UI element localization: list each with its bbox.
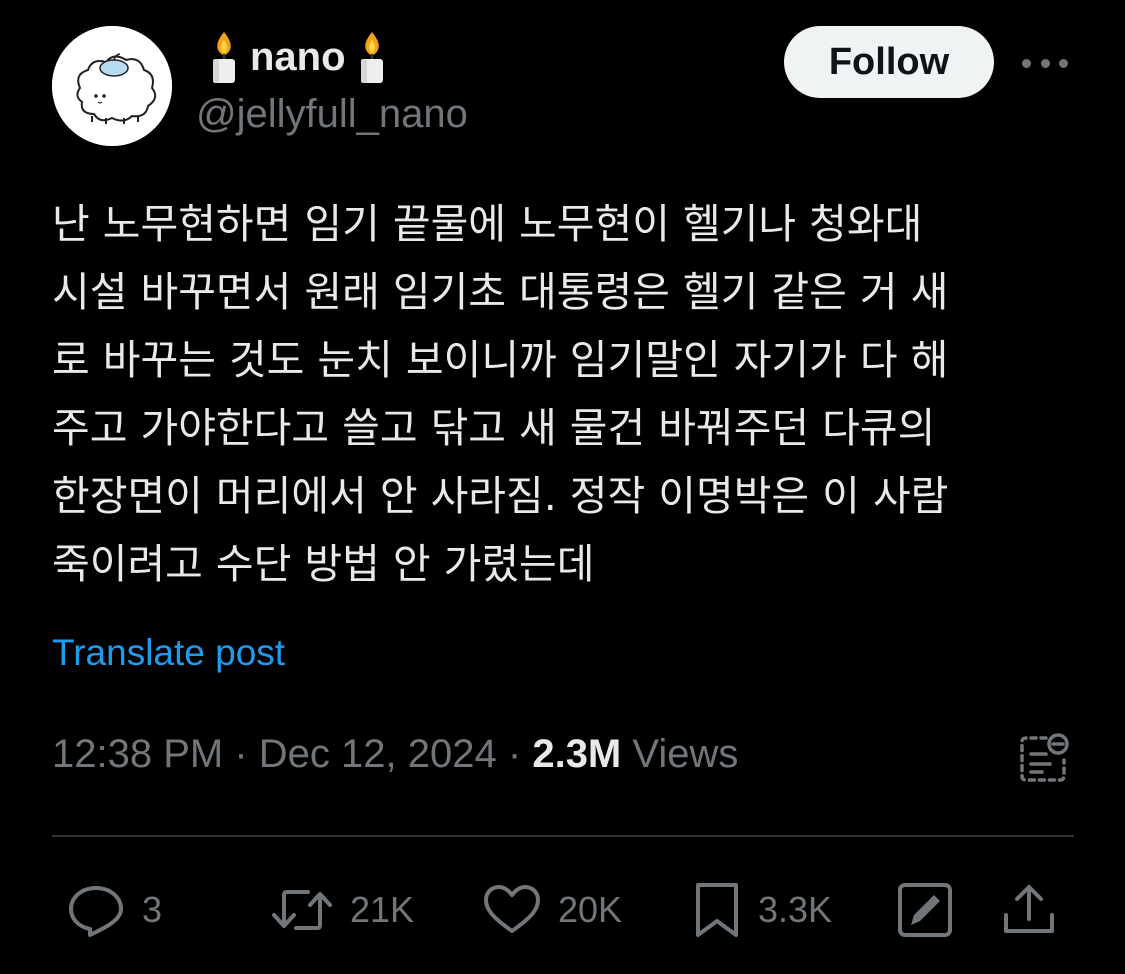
repost-icon (272, 890, 332, 930)
heart-icon (484, 885, 540, 933)
reply-icon (69, 886, 123, 937)
views-label: Views (632, 732, 739, 776)
divider (52, 835, 1074, 837)
reply-button[interactable]: 3 (66, 880, 162, 940)
post-analytics-icon[interactable] (1016, 730, 1072, 786)
post-date[interactable]: Dec 12, 2024 (259, 732, 497, 776)
like-button[interactable]: 20K (482, 880, 622, 940)
candle-icon (360, 32, 383, 83)
repost-button[interactable]: 21K (270, 880, 414, 940)
post-line: 시설 바꾸면서 원래 임기초 대통령은 헬기 같은 거 새 (52, 268, 949, 316)
bookmark-button[interactable]: 3.3K (692, 880, 832, 940)
views-count: 2.3M (532, 732, 622, 776)
candle-icon (213, 32, 235, 83)
post-meta: 12:38 PM · Dec 12, 2024 · 2.3M Views (52, 732, 738, 777)
reply-count: 3 (142, 889, 163, 930)
like-count: 20K (558, 889, 623, 930)
bookmark-count: 3.3K (758, 889, 833, 930)
share-icon (1004, 885, 1054, 933)
avatar[interactable] (52, 26, 172, 146)
author-name-row[interactable]: nano (206, 30, 390, 84)
repost-count: 21K (350, 889, 415, 930)
sheep-avatar-icon (52, 26, 172, 146)
bookmark-icon (696, 883, 738, 937)
post-line: 한장면이 머리에서 안 사라짐. 정작 이명박은 이 사람 (52, 472, 949, 520)
post-line: 난 노무현하면 임기 끝물에 노무현이 헬기나 청와대 (52, 200, 923, 248)
display-name[interactable]: nano (250, 35, 346, 80)
meta-separator: · (234, 732, 248, 776)
share-button[interactable] (1000, 880, 1058, 940)
more-options-icon[interactable] (1022, 52, 1068, 74)
edit-button[interactable] (896, 880, 954, 940)
post-line: 주고 가야한다고 쓸고 닦고 새 물건 바꿔주던 다큐의 (52, 404, 936, 452)
post-time[interactable]: 12:38 PM (52, 732, 223, 776)
edit-icon (898, 883, 952, 937)
post-line: 로 바꾸는 것도 눈치 보이니까 임기말인 자기가 다 해 (52, 336, 949, 384)
meta-separator: · (507, 732, 522, 776)
author-handle[interactable]: @jellyfull_nano (196, 92, 468, 137)
follow-button[interactable]: Follow (784, 26, 994, 98)
post-line: 죽이려고 수단 방법 안 가렸는데 (52, 540, 595, 588)
post-text: 난 노무현하면 임기 끝물에 노무현이 헬기나 청와대 시설 바꾸면서 원래 임… (52, 190, 1082, 598)
translate-post-link[interactable]: Translate post (52, 632, 285, 674)
